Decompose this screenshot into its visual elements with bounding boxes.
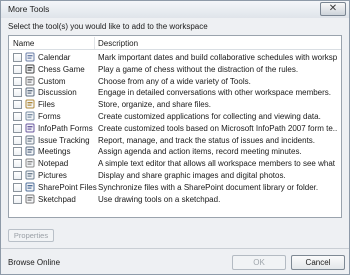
tool-description: Play a game of chess without the distrac… (98, 64, 299, 74)
tool-row[interactable]: Sketchpad Use drawing tools on a sketchpa… (9, 194, 341, 206)
tool-row[interactable]: Forms Create customized applications for … (9, 111, 341, 123)
column-header-description[interactable]: Description (98, 39, 138, 48)
tool-description: Engage in detailed conversations with ot… (98, 88, 332, 98)
properties-button[interactable]: Properties (8, 229, 54, 242)
files-icon (25, 99, 35, 109)
tool-name: Issue Tracking (38, 135, 90, 145)
tool-name: InfoPath Forms (38, 123, 93, 133)
tool-description: Create customized applications for colle… (98, 111, 321, 121)
tool-name: Calendar (38, 53, 71, 62)
dialog-title: More Tools (8, 4, 50, 14)
tool-checkbox[interactable] (13, 100, 22, 110)
tool-row[interactable]: Pictures Display and share graphic images… (9, 170, 341, 182)
tool-checkbox[interactable] (13, 147, 22, 157)
tool-checkbox[interactable] (13, 194, 22, 204)
sharepoint-icon (25, 182, 35, 192)
tool-description: Mark important dates and build collabora… (98, 53, 338, 62)
tool-description: Create customized tools based on Microso… (98, 123, 338, 133)
tools-list[interactable]: Name Description Calendar Mark important … (8, 35, 342, 218)
cancel-button[interactable]: Cancel (291, 255, 345, 270)
title-bar[interactable]: More Tools ✕ (1, 1, 349, 18)
infopath-icon (25, 123, 35, 133)
column-separator[interactable] (94, 37, 95, 49)
tool-description: Use drawing tools on a sketchpad. (98, 194, 221, 204)
close-button[interactable]: ✕ (320, 2, 346, 16)
tool-checkbox[interactable] (13, 111, 22, 121)
tool-checkbox[interactable] (13, 135, 22, 145)
tool-name: Forms (38, 111, 61, 121)
pictures-icon (25, 170, 35, 180)
list-header: Name Description (9, 36, 341, 50)
tool-checkbox[interactable] (13, 64, 22, 74)
tool-row[interactable]: Meetings Assign agenda and action items, … (9, 146, 341, 158)
custom-icon (25, 76, 35, 86)
tool-row[interactable]: Custom Choose from any of a wide variety … (9, 76, 341, 88)
tool-checkbox[interactable] (13, 53, 22, 62)
close-icon: ✕ (328, 3, 338, 14)
more-tools-dialog: More Tools ✕ Select the tool(s) you woul… (0, 0, 350, 275)
chess-icon (25, 64, 35, 74)
meetings-icon (25, 146, 35, 156)
browse-online-link[interactable]: Browse Online (8, 258, 60, 267)
tool-name: Sketchpad (38, 194, 76, 204)
tool-row[interactable]: Discussion Engage in detailed conversatio… (9, 87, 341, 99)
tool-description: A simple text editor that allows all wor… (98, 159, 338, 169)
tool-checkbox[interactable] (13, 159, 22, 169)
tool-description: Store, organize, and share files. (98, 100, 211, 110)
tool-name: Discussion (38, 88, 77, 98)
tool-name: Pictures (38, 170, 67, 180)
sketchpad-icon (25, 194, 35, 204)
forms-icon (25, 111, 35, 121)
tool-checkbox[interactable] (13, 88, 22, 98)
tool-name: Custom (38, 76, 66, 86)
tool-row[interactable]: Notepad A simple text editor that allows … (9, 158, 341, 170)
instruction-text: Select the tool(s) you would like to add… (8, 22, 208, 31)
notepad-icon (25, 158, 35, 168)
tool-description: Assign agenda and action items, record m… (98, 147, 302, 157)
column-header-name[interactable]: Name (13, 39, 34, 48)
tool-description: Display and share graphic images and dig… (98, 170, 286, 180)
tool-row[interactable]: Issue Tracking Report, manage, and track … (9, 135, 341, 147)
issue-tracking-icon (25, 135, 35, 145)
tool-checkbox[interactable] (13, 170, 22, 180)
tool-description: Synchronize files with a SharePoint docu… (98, 182, 319, 192)
tool-name: Meetings (38, 147, 71, 157)
tool-name: SharePoint Files (38, 182, 97, 192)
tool-row[interactable]: Files Store, organize, and share files. (9, 99, 341, 111)
tool-row[interactable]: InfoPath Forms Create customized tools ba… (9, 123, 341, 135)
tool-rows: Calendar Mark important dates and build c… (9, 52, 341, 205)
footer-divider (1, 248, 349, 249)
tool-checkbox[interactable] (13, 76, 22, 86)
tool-checkbox[interactable] (13, 123, 22, 133)
ok-button[interactable]: OK (232, 255, 286, 270)
tool-name: Notepad (38, 159, 69, 169)
tool-row[interactable]: SharePoint Files Synchronize files with a… (9, 182, 341, 194)
discussion-icon (25, 87, 35, 97)
tool-checkbox[interactable] (13, 182, 22, 192)
tool-name: Files (38, 100, 55, 110)
tool-name: Chess Game (38, 64, 85, 74)
calendar-icon (25, 52, 35, 62)
tool-description: Report, manage, and track the status of … (98, 135, 316, 145)
tool-row[interactable]: Calendar Mark important dates and build c… (9, 52, 341, 64)
tool-row[interactable]: Chess Game Play a game of chess without t… (9, 64, 341, 76)
tool-description: Choose from any of a wide variety of Too… (98, 76, 251, 86)
